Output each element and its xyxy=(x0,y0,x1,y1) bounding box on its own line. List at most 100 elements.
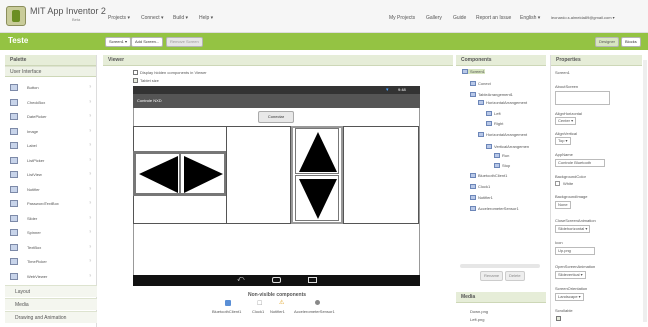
menu-guide[interactable]: Guide xyxy=(453,15,466,21)
component-tree-item[interactable]: Right xyxy=(486,121,503,127)
designer-button[interactable]: Designer xyxy=(595,37,620,47)
menu-account[interactable]: leonardo.s.almeida89@gmail.com ▾ xyxy=(551,15,615,20)
help-icon[interactable]: ? xyxy=(89,99,91,104)
component-tree-item[interactable]: Screen1 xyxy=(462,69,485,75)
left-arrow-icon xyxy=(139,156,178,193)
app-inventor-logo-icon[interactable] xyxy=(6,6,26,26)
rename-button[interactable]: Rename xyxy=(480,271,504,281)
menu-my-projects[interactable]: My Projects xyxy=(389,15,415,21)
accelerometer-icon xyxy=(315,300,320,305)
help-icon[interactable]: ? xyxy=(89,84,91,89)
palette-item-listpicker[interactable]: ListPicker? xyxy=(5,153,97,168)
menu-help[interactable]: Help ▾ xyxy=(199,15,213,21)
scrollable-checkbox[interactable] xyxy=(556,316,561,321)
properties-scrollbar[interactable] xyxy=(643,60,647,322)
component-tree-item[interactable]: TableArrangement1 xyxy=(470,92,513,98)
component-tree-item[interactable]: Stop xyxy=(494,163,510,169)
help-icon[interactable]: ? xyxy=(89,229,91,234)
component-tree-item[interactable]: Clock1 xyxy=(470,184,490,190)
conectar-button[interactable]: Conectar xyxy=(258,111,294,123)
component-tree-item[interactable]: Left xyxy=(486,111,501,117)
component-icon xyxy=(462,69,468,75)
palette-item-datepicker[interactable]: DatePicker? xyxy=(5,109,97,124)
delete-button[interactable]: Delete xyxy=(505,271,525,281)
palette-item-textbox[interactable]: TextBox? xyxy=(5,240,97,255)
help-icon[interactable]: ? xyxy=(89,215,91,220)
palette-item-label: PasswordTextBox xyxy=(27,201,59,206)
help-icon[interactable]: ? xyxy=(89,142,91,147)
palette-section-drawing-animation[interactable]: Drawing and Animation xyxy=(5,311,97,323)
palette-item-notifier[interactable]: Notifier? xyxy=(5,182,97,197)
app-name-input[interactable]: Controle Bluetooth xyxy=(555,159,605,167)
component-tree-item[interactable]: VerticalArrangemen xyxy=(486,144,529,150)
component-label: Notifier1 xyxy=(478,195,493,200)
help-icon[interactable]: ? xyxy=(89,171,91,176)
help-icon[interactable]: ? xyxy=(89,244,91,249)
icon-select[interactable]: Up.png xyxy=(555,247,595,255)
component-tree-item[interactable]: HorizontalArrangement xyxy=(478,100,527,106)
remove-screen-button[interactable]: Remove Screen xyxy=(166,37,203,47)
component-tree-item[interactable]: AccelerometerSensor1 xyxy=(470,206,519,212)
menu-projects[interactable]: Projects ▾ xyxy=(108,15,130,21)
open-animation-select[interactable]: Slidevertical ▾ xyxy=(555,271,586,279)
palette-item-slider[interactable]: Slider? xyxy=(5,211,97,226)
stop-button[interactable] xyxy=(295,175,339,221)
palette-item-button[interactable]: Button? xyxy=(5,80,97,95)
palette-item-image[interactable]: Image? xyxy=(5,124,97,139)
palette-item-checkbox[interactable]: CheckBox? xyxy=(5,95,97,110)
palette-section-layout[interactable]: Layout xyxy=(5,285,97,297)
help-icon[interactable]: ? xyxy=(89,186,91,191)
app-subtitle: Beta xyxy=(72,17,81,22)
menu-report-issue[interactable]: Report an Issue xyxy=(476,15,511,21)
left-arrow-button[interactable] xyxy=(135,153,180,194)
background-color-value[interactable]: White xyxy=(563,181,573,186)
components-scrollbar[interactable] xyxy=(460,264,540,268)
menu-build[interactable]: Build ▾ xyxy=(173,15,188,21)
help-icon[interactable]: ? xyxy=(89,128,91,133)
right-arrow-button[interactable] xyxy=(180,153,225,194)
palette-item-passwordtextbox[interactable]: PasswordTextBox? xyxy=(5,196,97,211)
palette-section-user-interface[interactable]: User Interface xyxy=(5,66,96,77)
palette-item-label[interactable]: Label? xyxy=(5,138,97,153)
component-tree-item[interactable]: Conect xyxy=(470,81,491,87)
palette-item-timepicker[interactable]: TimePicker? xyxy=(5,254,97,269)
screen-select-dropdown[interactable]: Screen1 ▾ xyxy=(105,37,132,47)
nonvisible-bluetooth[interactable]: BluetoothClient1 xyxy=(212,309,241,314)
palette-item-webviewer[interactable]: WebViewer? xyxy=(5,269,97,284)
menu-gallery[interactable]: Gallery xyxy=(426,15,442,21)
component-tree-item[interactable]: Notifier1 xyxy=(470,195,493,201)
menu-connect[interactable]: Connect ▾ xyxy=(141,15,164,21)
display-hidden-checkbox[interactable] xyxy=(133,70,138,75)
run-button[interactable] xyxy=(295,128,339,174)
component-tree-item[interactable]: Run xyxy=(494,153,509,159)
tablet-size-checkbox[interactable] xyxy=(133,78,138,83)
align-horizontal-select[interactable]: Center ▾ xyxy=(555,117,577,125)
palette-item-spinner[interactable]: Spinner? xyxy=(5,225,97,240)
background-color-swatch[interactable] xyxy=(555,181,560,186)
background-image-select[interactable]: None xyxy=(555,201,571,209)
palette-section-media[interactable]: Media xyxy=(5,298,97,310)
component-tree-item[interactable]: HorizontalArrangement xyxy=(478,132,527,138)
help-icon[interactable]: ? xyxy=(89,157,91,162)
nonvisible-notifier[interactable]: Notifier1 xyxy=(270,309,285,314)
blocks-button[interactable]: Blocks xyxy=(621,37,641,47)
about-screen-textarea[interactable] xyxy=(555,91,610,105)
help-icon[interactable]: ? xyxy=(89,200,91,205)
close-animation-select[interactable]: Slidehorizontal ▾ xyxy=(555,225,591,233)
wifi-icon: ▾ xyxy=(386,87,389,93)
media-item[interactable]: Down.png xyxy=(470,309,488,314)
scrollable-label: Scrollable xyxy=(555,308,573,313)
nonvisible-clock[interactable]: Clock1 xyxy=(252,309,264,314)
menu-language[interactable]: English ▾ xyxy=(520,15,540,21)
component-tree-item[interactable]: BluetoothClient1 xyxy=(470,173,507,179)
add-screen-button[interactable]: Add Screen... xyxy=(131,37,164,47)
palette-item-listview[interactable]: ListView? xyxy=(5,167,97,182)
help-icon[interactable]: ? xyxy=(89,113,91,118)
nonvisible-accelerometer[interactable]: AccelerometerSensor1 xyxy=(294,309,335,314)
help-icon[interactable]: ? xyxy=(89,273,91,278)
help-icon[interactable]: ? xyxy=(89,258,91,263)
align-vertical-select[interactable]: Top ▾ xyxy=(555,137,571,145)
button-icon xyxy=(10,84,18,91)
media-item[interactable]: Left.png xyxy=(470,317,484,322)
screen-orientation-select[interactable]: Landscape ▾ xyxy=(555,293,584,301)
